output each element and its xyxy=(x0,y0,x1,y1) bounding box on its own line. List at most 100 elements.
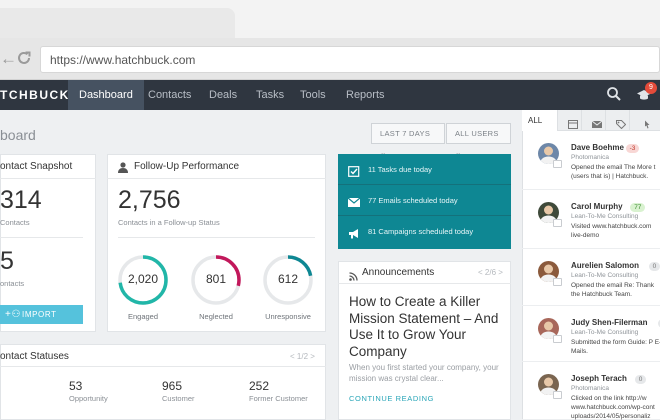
former-customer-label: Former Customer xyxy=(249,394,308,403)
nav-contacts[interactable]: Contacts xyxy=(137,80,202,110)
contact-name[interactable]: Joseph Terach xyxy=(571,374,627,383)
divider xyxy=(338,283,511,284)
divider xyxy=(107,178,326,179)
activity-item[interactable]: Aurelien Salomon 0 Lean-To-Me Consulting Op… xyxy=(522,249,660,306)
search-icon[interactable] xyxy=(606,86,622,102)
activity-type-icon xyxy=(553,391,562,399)
contact-company: Lean-To-Me Consulting xyxy=(571,213,639,220)
activity-description: Visited www.hatchbuck.com live-demo xyxy=(571,223,652,239)
nav-reports[interactable]: Reports xyxy=(335,80,396,110)
follow-up-total: 2,756 xyxy=(118,186,181,214)
date-filter-dropdown[interactable]: LAST 7 DAYS ⌄ xyxy=(371,123,445,157)
card-icon xyxy=(568,116,578,129)
announcements-pager[interactable]: < 2/6 > xyxy=(478,268,503,277)
campaigns-scheduled-row[interactable]: 81 Campaigns scheduled today xyxy=(338,216,511,247)
new-contacts-value: 5 xyxy=(0,247,14,275)
add-users-icon: +⚇ xyxy=(5,309,22,320)
follow-up-title: Follow-Up Performance xyxy=(134,161,240,172)
contact-snapshot-title: ontact Snapshot xyxy=(0,161,73,172)
customer-label: Customer xyxy=(162,394,195,403)
notification-badge[interactable]: 9 xyxy=(645,82,657,94)
envelope-icon xyxy=(347,195,361,207)
contact-name[interactable]: Aurelien Salomon xyxy=(571,261,639,270)
megaphone-icon xyxy=(348,226,360,239)
contact-score-badge: 0 xyxy=(634,375,647,384)
engaged-ring[interactable]: 2,020 xyxy=(117,254,169,306)
contact-score-badge: -3 xyxy=(625,144,640,153)
emails-scheduled-row[interactable]: 77 Emails scheduled today xyxy=(338,185,511,216)
unresponsive-label: Unresponsive xyxy=(265,312,311,321)
nav-tools[interactable]: Tools xyxy=(289,80,337,110)
divider xyxy=(0,178,96,179)
nav-dashboard[interactable]: Dashboard xyxy=(68,80,144,110)
contact-name[interactable]: Dave Boehme xyxy=(571,143,624,152)
activity-type-icon xyxy=(553,335,562,343)
contact-statuses-pager[interactable]: < 1/2 > xyxy=(290,352,315,361)
campaigns-scheduled-label: 81 Campaigns scheduled today xyxy=(368,227,474,236)
engaged-label: Engaged xyxy=(127,312,159,321)
activity-item[interactable]: Judy Shen-Filerman0Lean-To-Me Consulting… xyxy=(522,306,660,362)
activity-item[interactable]: Carol Murphy 77 Lean-To-Me Consulting Visit… xyxy=(522,190,660,249)
pointer-icon xyxy=(642,116,652,129)
activity-type-icon xyxy=(553,160,562,168)
follow-up-subtitle: Contacts in a Follow-up Status xyxy=(118,218,220,227)
hatchbuck-logo[interactable]: TCHBUCK xyxy=(0,88,70,102)
activity-type-icon xyxy=(553,219,562,227)
contact-name[interactable]: Carol Murphy xyxy=(571,202,623,211)
browser-tab[interactable] xyxy=(0,8,235,38)
users-filter-dropdown[interactable]: ALL USERS ⌄ xyxy=(446,123,511,157)
neglected-label: Neglected xyxy=(199,312,233,321)
tasks-due-label: 11 Tasks due today xyxy=(368,165,432,174)
contact-company: Lean-To-Me Consulting xyxy=(571,272,639,279)
reload-icon[interactable] xyxy=(16,50,32,70)
activity-item[interactable]: Joseph Terach 0 Photomanica Clicked on the … xyxy=(522,362,660,420)
total-contacts-value: 314 xyxy=(0,186,42,214)
contact-name[interactable]: Judy Shen-Filerman xyxy=(571,318,647,327)
nav-deals[interactable]: Deals xyxy=(198,80,248,110)
new-contacts-label: ontacts xyxy=(0,279,25,288)
continue-reading-link[interactable]: CONTINUE READING xyxy=(349,394,434,403)
contact-company: Photomanica xyxy=(571,385,609,392)
tab-all-label: ALL xyxy=(528,116,543,125)
tasks-due-row[interactable]: 11 Tasks due today xyxy=(338,154,511,185)
browser-chrome: ← https://www.hatchbuck.com xyxy=(0,0,660,80)
activity-description: Submitted the form Guide: P E-Mails. xyxy=(571,339,660,355)
nav-tasks[interactable]: Tasks xyxy=(245,80,295,110)
unresponsive-ring[interactable]: 612 xyxy=(262,254,314,306)
import-button-label: IMPORT xyxy=(22,310,57,319)
activity-description: Clicked on the link http://w www.hatchbu… xyxy=(571,395,655,420)
envelope-icon xyxy=(591,116,603,128)
contact-company: Photomanica xyxy=(571,154,609,161)
total-contacts-label: Contacts xyxy=(0,218,30,227)
import-button[interactable]: +⚇ IMPORT xyxy=(0,305,83,324)
emails-scheduled-label: 77 Emails scheduled today xyxy=(368,196,458,205)
neglected-value: 801 xyxy=(205,272,227,286)
neglected-ring[interactable]: 801 xyxy=(190,254,242,306)
opportunity-label: Opportunity xyxy=(69,394,108,403)
contact-score-badge: 77 xyxy=(630,203,646,212)
announcement-blurb: When you first started your company, you… xyxy=(349,363,499,383)
announcements-title: Announcements xyxy=(362,267,435,278)
tag-icon xyxy=(616,116,627,130)
contact-company: Lean-To-Me Consulting xyxy=(571,329,639,336)
page-title: board xyxy=(0,127,36,143)
former-customer-value: 252 xyxy=(249,379,270,393)
customer-value: 965 xyxy=(162,379,183,393)
checkbox-icon xyxy=(348,164,360,177)
back-arrow-icon[interactable]: ← xyxy=(0,50,17,68)
today-summary-panel: 11 Tasks due today 77 Emails scheduled t… xyxy=(338,154,511,249)
contact-statuses-title: ontact Statuses xyxy=(0,351,69,362)
divider xyxy=(0,237,83,238)
url-field[interactable]: https://www.hatchbuck.com xyxy=(40,46,660,73)
user-icon xyxy=(118,160,128,178)
opportunity-value: 53 xyxy=(69,379,83,393)
activity-description: Opened the email The More t (users that … xyxy=(571,164,656,180)
engaged-value: 2,020 xyxy=(127,272,159,286)
divider xyxy=(118,237,315,238)
divider xyxy=(0,366,326,367)
activity-item[interactable]: Dave Boehme -3 Photomanica Opened the email… xyxy=(522,131,660,190)
unresponsive-value: 612 xyxy=(277,272,299,286)
announcement-headline[interactable]: How to Create a Killer Mission Statement… xyxy=(349,294,509,360)
activity-type-icon xyxy=(553,278,562,286)
activity-description: Opened the email Re: Thank the Hatchbuck… xyxy=(571,282,654,298)
